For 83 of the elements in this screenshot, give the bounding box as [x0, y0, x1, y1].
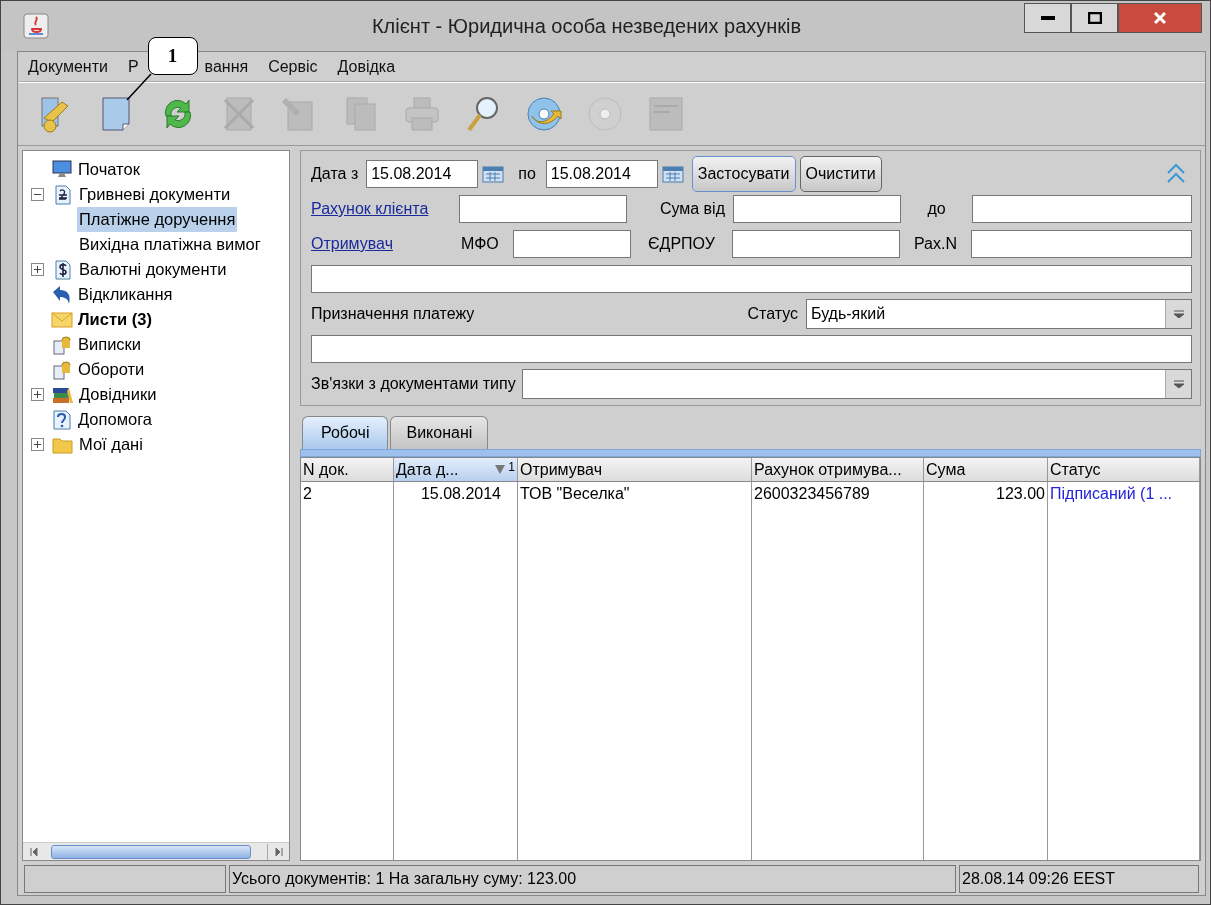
input-field[interactable] [733, 195, 901, 223]
horizontal-scrollbar[interactable] [23, 842, 289, 860]
tree-item[interactable]: Гривневі документи [77, 182, 233, 207]
expand-toggle-icon[interactable] [31, 438, 44, 451]
tree-item[interactable]: Початок [76, 157, 142, 182]
column-header[interactable]: Отримувач [518, 458, 752, 482]
minimize-button[interactable] [1024, 3, 1071, 33]
dropdown-arrow-icon [1172, 380, 1185, 388]
field-label: МФО [461, 234, 500, 254]
java-icon [23, 13, 49, 39]
column-header[interactable]: Рахунок отримува... [752, 458, 924, 482]
status-summary: Усього документів: 1 На загальну суму: 123.00 [229, 865, 956, 893]
field-label: Дата з [311, 164, 359, 184]
dropdown-field[interactable] [521, 369, 1192, 399]
maximize-icon [1087, 12, 1102, 24]
field-label: Рах.N [912, 234, 958, 254]
input-field[interactable] [311, 265, 1192, 293]
clear-button[interactable]: Очистити [799, 156, 882, 192]
sort-order: 1 [508, 459, 515, 476]
tree-item[interactable]: Валютні документи [77, 257, 229, 282]
field-label: ЄДРПОУ [647, 234, 716, 254]
menu-item[interactable]: Сервіс [268, 54, 328, 79]
input-field[interactable] [971, 230, 1192, 258]
menu-item[interactable]: Довідка [337, 54, 406, 79]
dropdown-arrow-icon [1172, 310, 1185, 318]
table-cell: 2600323456789 [752, 482, 924, 508]
account-link[interactable]: Рахунок клієнта [311, 197, 459, 221]
expand-toggle-icon[interactable] [31, 263, 44, 276]
column-header[interactable]: N док. [301, 458, 394, 482]
table-cell: Підписаний (1 ... [1048, 482, 1200, 508]
field-label: по [518, 164, 536, 184]
apply-button[interactable]: Застосувати [691, 156, 796, 192]
input-field[interactable] [311, 335, 1192, 363]
expand-toggle-icon[interactable] [31, 388, 44, 401]
coin-document-icon [51, 358, 73, 381]
input-field[interactable] [459, 195, 627, 223]
callout-label: 1 [147, 37, 198, 75]
column-header[interactable]: Сума [924, 458, 1048, 482]
dollar-document-icon [52, 258, 74, 281]
sort-arrow-icon [495, 465, 506, 474]
column-header[interactable]: Статус [1048, 458, 1200, 482]
input-field[interactable]: 15.08.2014 [366, 160, 479, 188]
input-field[interactable] [513, 230, 631, 258]
tab[interactable]: Виконані [390, 416, 489, 449]
window-title: Клієнт - Юридична особа незведених рахунків [370, 14, 803, 39]
input-field[interactable] [972, 195, 1192, 223]
column-header[interactable]: Дата д... 1 [394, 458, 518, 482]
input-field[interactable] [732, 230, 900, 258]
field-label: Призначення платежу [311, 304, 475, 324]
tree-item[interactable]: Платіжне доручення [77, 207, 238, 232]
tree-item[interactable]: Довідники [77, 382, 159, 407]
tree-item[interactable]: Виписки [76, 332, 144, 357]
minimize-icon [1040, 16, 1055, 20]
tree-item[interactable]: Допомога [76, 407, 154, 432]
tree-item[interactable]: Відкликання [76, 282, 175, 307]
coin-document-icon [51, 333, 73, 356]
maximize-button[interactable] [1071, 3, 1118, 33]
calendar-icon[interactable] [482, 165, 505, 183]
tree-item[interactable]: Обороти [76, 357, 147, 382]
field-label: Сума від [658, 199, 726, 219]
table-cell: 2 [301, 482, 394, 508]
hryvnia-document-icon [52, 183, 74, 206]
recipient-link[interactable]: Отримувач [311, 232, 461, 256]
field-label: до [926, 199, 947, 219]
table-cell: ТОВ "Веселка" [518, 482, 752, 508]
help-icon [51, 408, 73, 431]
field-label: Зв'язки з документами типу [311, 374, 516, 394]
table-cell: 123.00 [924, 482, 1048, 508]
calendar-icon[interactable] [661, 165, 684, 183]
tree-item[interactable]: Мої дані [77, 432, 145, 457]
tab[interactable]: Робочі [302, 416, 389, 449]
collapse-toggle-icon[interactable] [31, 188, 44, 201]
undo-arrow-icon [51, 283, 73, 306]
menu-item[interactable]: Документи [28, 54, 118, 79]
field-label: Статус [747, 304, 798, 324]
tree-item[interactable]: Вихідна платіжна вимог [77, 232, 263, 257]
close-button[interactable] [1118, 3, 1202, 33]
table-cell: 15.08.2014 [394, 482, 518, 508]
tree-item[interactable]: Листи (3) [76, 307, 154, 332]
input-field[interactable]: 15.08.2014 [545, 160, 658, 188]
close-icon [1153, 11, 1167, 25]
status-time: 28.08.14 09:26 EEST [959, 865, 1199, 893]
dropdown-field[interactable]: Будь-який [806, 299, 1192, 329]
